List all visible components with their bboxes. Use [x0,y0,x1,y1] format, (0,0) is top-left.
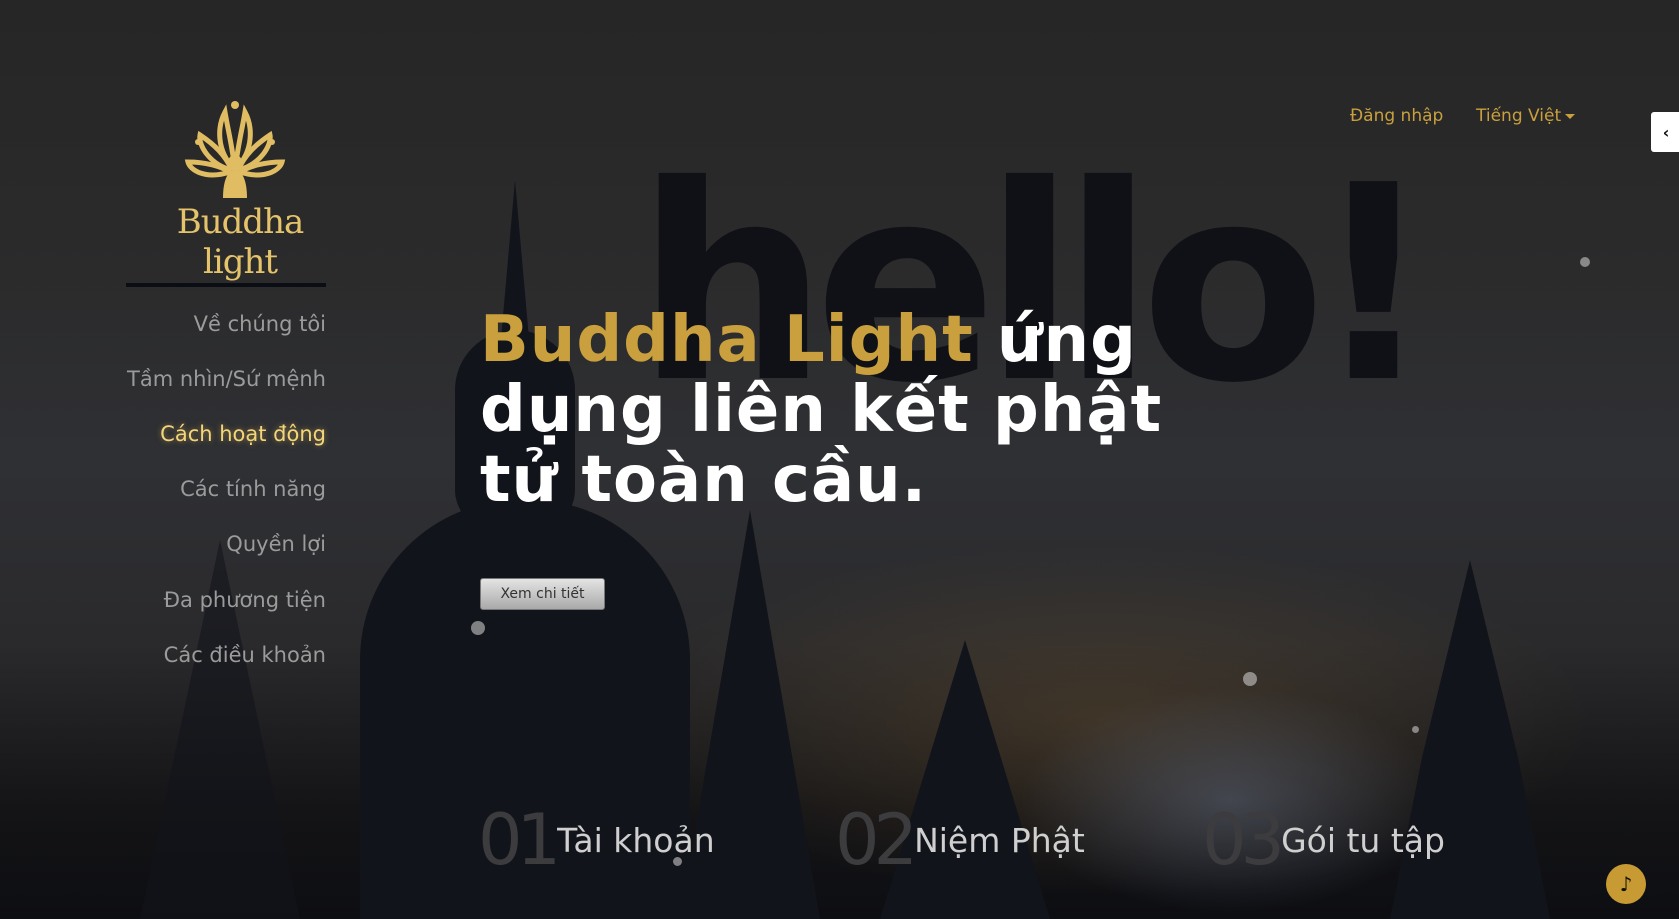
language-label: Tiếng Việt [1476,106,1562,126]
feature-label: Gói tu tập [1281,820,1445,860]
nav-item-terms[interactable]: Các điều khoản [164,643,326,667]
music-toggle-button[interactable]: ♪ [1606,864,1646,904]
chevron-left-icon: ‹ [1662,122,1670,142]
login-link[interactable]: Đăng nhập [1350,106,1443,126]
sidebar-divider [126,283,326,287]
nav-item-features[interactable]: Các tính năng [180,477,326,501]
hero-headline: Buddha Light ứng dụng liên kết phật tử t… [480,305,1240,515]
feature-label: Tài khoản [557,820,715,860]
caret-down-icon [1565,113,1576,119]
nav-item-vision[interactable]: Tầm nhìn/Sứ mệnh [127,367,326,391]
side-panel-toggle[interactable]: ‹ [1651,112,1679,152]
nav-item-how-it-works[interactable]: Cách hoạt động [160,422,326,446]
feature-number: 03 [1202,799,1285,881]
feature-number: 01 [478,799,561,881]
feature-label: Niệm Phật [914,820,1085,860]
nav-item-about[interactable]: Về chúng tôi [194,312,326,336]
language-dropdown[interactable]: Tiếng Việt [1476,106,1576,126]
music-note-icon: ♪ [1619,872,1633,896]
hero-brand: Buddha Light [480,303,974,377]
particle [1243,672,1257,686]
particle [1580,257,1590,267]
feature-account[interactable]: 01 Tài khoản [478,805,715,875]
particle [1412,726,1419,733]
nav-item-benefits[interactable]: Quyền lợi [226,532,326,556]
feature-number: 02 [835,799,918,881]
view-details-button[interactable]: Xem chi tiết [480,578,605,610]
particle [471,621,485,635]
lotus-logo-icon [184,101,286,198]
feature-practice-package[interactable]: 03 Gói tu tập [1202,805,1445,875]
feature-chanting[interactable]: 02 Niệm Phật [835,805,1085,875]
nav-item-multimedia[interactable]: Đa phương tiện [164,588,326,612]
logo-text: Buddha light [176,202,305,282]
